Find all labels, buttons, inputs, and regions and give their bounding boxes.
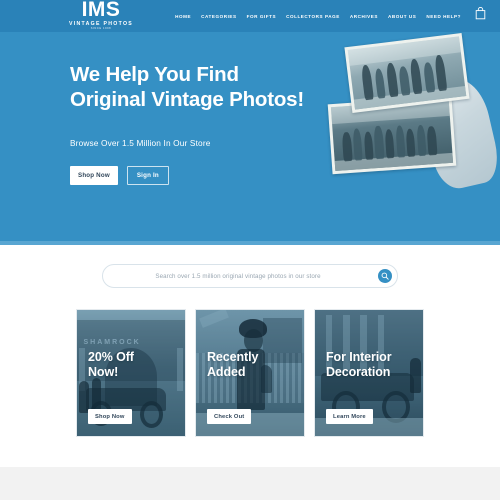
logo-tagline-text: SINCE 1998 bbox=[90, 27, 112, 30]
nav-item-need-help[interactable]: NEED HELP? bbox=[426, 14, 461, 19]
promo-card-text-1: 20% Off Now! bbox=[88, 350, 177, 380]
site-header: IMS VINTAGE PHOTOS SINCE 1998 HOME CATEG… bbox=[0, 0, 500, 32]
promo-card-interior-decoration[interactable]: For Interior Decoration Learn More bbox=[314, 309, 424, 437]
promo-card-title-3-line1: For Interior bbox=[326, 350, 392, 364]
promo-card-discount[interactable]: SHAMROCK 20% Off Now! Shop Now bbox=[76, 309, 186, 437]
nav-item-for-gifts[interactable]: FOR GIFTS bbox=[247, 14, 276, 19]
logo-main-text: IMS bbox=[81, 0, 121, 21]
promo-card-title-2-line2: Added bbox=[207, 365, 246, 379]
site-footer bbox=[0, 467, 500, 500]
hero-button-group: Shop Now Sign In bbox=[70, 166, 370, 185]
search-icon bbox=[381, 272, 389, 280]
search-input[interactable] bbox=[103, 265, 397, 287]
promo-card-3-button[interactable]: Learn More bbox=[326, 409, 373, 424]
nav-item-collectors-page[interactable]: COLLECTORS PAGE bbox=[286, 14, 340, 19]
shop-now-button[interactable]: Shop Now bbox=[70, 166, 118, 185]
promo-card-title-2-line1: Recently bbox=[207, 350, 259, 364]
promo-card-row: SHAMROCK 20% Off Now! Shop Now Recently … bbox=[0, 307, 500, 437]
search-bar[interactable] bbox=[102, 264, 398, 288]
nav-item-categories[interactable]: CATEGORIES bbox=[201, 14, 237, 19]
hero-content: We Help You Find Original Vintage Photos… bbox=[70, 62, 370, 185]
search-section bbox=[0, 245, 500, 307]
hero-section: We Help You Find Original Vintage Photos… bbox=[0, 32, 500, 245]
search-submit-button[interactable] bbox=[378, 269, 392, 283]
hero-title-line2: Original Vintage Photos! bbox=[70, 88, 305, 111]
hero-subtitle: Browse Over 1.5 Million In Our Store bbox=[70, 138, 211, 148]
nav-item-about-us[interactable]: ABOUT US bbox=[388, 14, 416, 19]
promo-card-title-1-line1: 20% Off bbox=[88, 350, 134, 364]
nav-item-home[interactable]: HOME bbox=[175, 14, 191, 19]
hero-title-line1: We Help You Find bbox=[70, 63, 239, 86]
hero-title: We Help You Find Original Vintage Photos… bbox=[70, 62, 370, 112]
content-spacer bbox=[0, 437, 500, 467]
shopping-bag-icon[interactable] bbox=[475, 6, 486, 25]
promo-card-title-1-line2: Now! bbox=[88, 365, 119, 379]
primary-navigation: HOME CATEGORIES FOR GIFTS COLLECTORS PAG… bbox=[175, 6, 486, 25]
promo-card-title-3-line2: Decoration bbox=[326, 365, 391, 379]
site-logo[interactable]: IMS VINTAGE PHOTOS SINCE 1998 bbox=[66, 0, 136, 31]
nav-item-archives[interactable]: ARCHIVES bbox=[350, 14, 378, 19]
promo-card-text-3: For Interior Decoration bbox=[326, 350, 415, 380]
promo-card-text-2: Recently Added bbox=[207, 350, 296, 380]
promo-card-1-button[interactable]: Shop Now bbox=[88, 409, 132, 424]
promo-card-2-button[interactable]: Check Out bbox=[207, 409, 252, 424]
sign-in-button[interactable]: Sign In bbox=[126, 166, 169, 185]
promo-card-recently-added[interactable]: Recently Added Check Out bbox=[195, 309, 305, 437]
hero-bottom-accent-bar bbox=[0, 241, 500, 245]
